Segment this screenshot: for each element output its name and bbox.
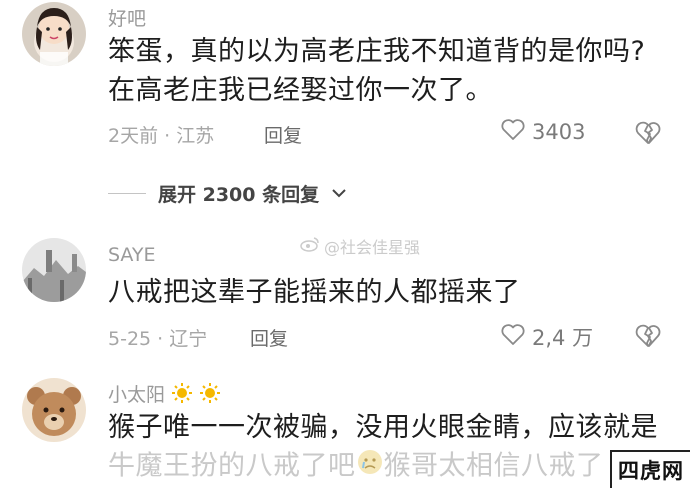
like-button[interactable]: 2,4 万: [500, 322, 593, 352]
comment-text-line: 在高老庄我已经娶过你一次了。: [108, 75, 493, 106]
faded-text: 牛魔王扮的八戒了吧: [108, 450, 356, 482]
broken-heart-icon: [634, 121, 662, 150]
user-avatar[interactable]: [22, 238, 86, 302]
like-count: 2,4 万: [532, 326, 594, 350]
site-logo: 四虎网: [610, 450, 690, 488]
comment-text-line: 笨蛋，真的以为高老庄我不知道背的是你吗?: [108, 36, 646, 67]
reply-button[interactable]: 回复: [250, 324, 288, 351]
divider: [108, 193, 146, 194]
sun-emoji-icon: [199, 382, 221, 409]
like-button[interactable]: 3403: [500, 118, 585, 146]
dislike-button[interactable]: [634, 323, 662, 353]
comment-text-line-faded: 牛魔王扮的八戒了吧 猴哥太相信八戒了: [108, 448, 604, 486]
comment-time-location: 2天前 · 江苏: [108, 125, 215, 147]
comment-text-line: 猴子唯一一次被骗，没用火眼金睛，应该就是: [108, 412, 658, 443]
faded-text: 猴哥太相信八戒了: [383, 450, 604, 482]
heart-icon: [500, 118, 526, 146]
user-avatar[interactable]: [22, 378, 86, 442]
username[interactable]: 小太阳: [108, 380, 221, 409]
reply-button[interactable]: 回复: [264, 121, 302, 148]
username[interactable]: 好吧: [108, 4, 146, 31]
username-text: 小太阳: [108, 384, 166, 406]
crying-face-icon: [356, 448, 384, 486]
watermark-text: @社会佳星强: [324, 238, 421, 257]
like-count: 3403: [532, 120, 586, 144]
sun-emoji-icon: [171, 382, 193, 409]
username[interactable]: SAYE: [108, 244, 156, 266]
expand-replies-button[interactable]: 展开 2300 条回复: [108, 180, 347, 207]
weibo-icon: [300, 236, 320, 256]
expand-replies-label: 展开 2300 条回复: [158, 184, 320, 206]
chevron-down-icon: [331, 184, 347, 203]
user-avatar[interactable]: [22, 2, 86, 66]
broken-heart-icon: [634, 324, 662, 353]
watermark: @社会佳星强: [300, 234, 420, 258]
comment-text-line: 八戒把这辈子能摇来的人都摇来了: [108, 277, 521, 308]
comment-time-location: 5-25 · 辽宁: [108, 328, 208, 350]
dislike-button[interactable]: [634, 120, 662, 150]
heart-icon: [500, 323, 526, 351]
